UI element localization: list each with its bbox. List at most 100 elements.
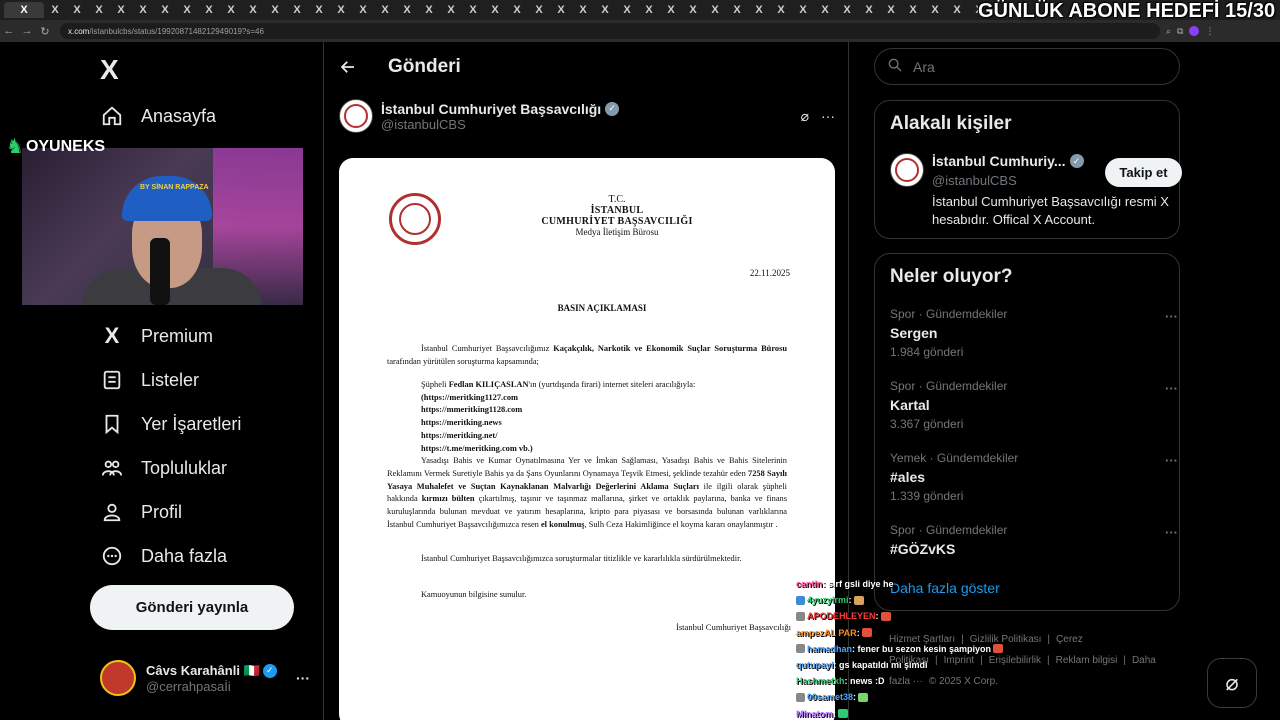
trend-item[interactable]: Spor · Gündemdekiler Kartal 3.367 gönder… (890, 379, 1178, 439)
chat-badge-icon (796, 644, 805, 654)
browser-tab[interactable]: X (396, 2, 418, 18)
trend-more-icon[interactable]: ··· (1165, 381, 1178, 396)
chat-message: APODEHLEYEN: (796, 608, 1036, 624)
browser-tab[interactable]: X (418, 2, 440, 18)
person-name[interactable]: İstanbul Cumhuriy... (932, 153, 1066, 169)
communities-icon (100, 456, 124, 480)
browser-tab[interactable]: X (770, 2, 792, 18)
doc-header-line: CUMHURİYET BAŞSAVCILIĞI (541, 216, 693, 227)
browser-tab[interactable]: X (550, 2, 572, 18)
grok-button[interactable]: ⌀ (1207, 658, 1257, 708)
browser-tab[interactable]: X (462, 2, 484, 18)
trend-item[interactable]: Yemek · Gündemdekiler #ales 1.339 gönder… (890, 451, 1178, 511)
browser-tab[interactable]: X (726, 2, 748, 18)
browser-tab[interactable]: X (110, 2, 132, 18)
x-logo-icon[interactable]: X (100, 54, 119, 86)
trend-meta: Spor · Gündemdekiler (890, 523, 1008, 537)
account-switcher[interactable]: Câvs Karahânli 🇮🇹 ✓ @cerrahpasaİi ··· (100, 660, 310, 696)
browser-tab[interactable]: X (946, 2, 968, 18)
back-arrow-icon[interactable] (330, 49, 366, 85)
browser-tab[interactable]: X (880, 2, 902, 18)
chat-text: : (853, 692, 857, 703)
sidebar-item-premium[interactable]: X Premium (100, 318, 213, 354)
search-input[interactable]: Ara (874, 48, 1180, 85)
chat-message: qutupayi: gs kapatıldı mı şimdi (796, 657, 1036, 673)
trend-more-icon[interactable]: ··· (1165, 453, 1178, 468)
browser-tab[interactable]: X (704, 2, 726, 18)
browser-tab[interactable]: X (682, 2, 704, 18)
x-premium-icon: X (104, 323, 120, 348)
trend-item[interactable]: Spor · Gündemdekiler Sergen 1.984 gönder… (890, 307, 1178, 367)
browser-tab[interactable]: X (836, 2, 858, 18)
browser-tab[interactable]: X (264, 2, 286, 18)
browser-menu-icon[interactable]: ⋮ (1205, 26, 1214, 37)
author-name[interactable]: İstanbul Cumhuriyet Başsavcılığı (381, 101, 601, 117)
browser-tab[interactable]: X (660, 2, 682, 18)
browser-tab[interactable]: X (924, 2, 946, 18)
doc-date: 22.11.2025 (749, 268, 790, 278)
post-button[interactable]: Gönderi yayınla (90, 585, 294, 630)
sidebar-item-profile[interactable]: Profil (100, 494, 182, 530)
browser-tab[interactable]: X (88, 2, 110, 18)
browser-tab[interactable]: X (374, 2, 396, 18)
extensions-icon[interactable]: ⧉ (1177, 26, 1183, 37)
browser-tab[interactable]: X (748, 2, 770, 18)
browser-tab[interactable]: X (616, 2, 638, 18)
zoom-icon[interactable]: ⌕ (1166, 26, 1171, 37)
browser-tab[interactable]: X (44, 2, 66, 18)
back-nav-icon[interactable]: ← (0, 22, 18, 40)
trend-item[interactable]: Spor · Gündemdekiler #GÖZvKS ··· (890, 523, 1178, 583)
browser-tab[interactable]: X (528, 2, 550, 18)
sidebar-item-bookmarks[interactable]: Yer İşaretleri (100, 406, 241, 442)
doc-paragraph: İstanbul Cumhuriyet Başsavcılığımızca so… (387, 553, 787, 566)
browser-tab[interactable]: X (286, 2, 308, 18)
follow-button[interactable]: Takip et (1105, 158, 1182, 187)
browser-tab[interactable]: X (814, 2, 836, 18)
avatar[interactable] (890, 153, 924, 187)
browser-tab[interactable]: X (484, 2, 506, 18)
browser-tab[interactable]: X (154, 2, 176, 18)
browser-tab[interactable]: X (506, 2, 528, 18)
browser-tab[interactable]: X (352, 2, 374, 18)
doc-text-bold: Fedlan KILIÇASLAN (448, 380, 529, 389)
browser-tab[interactable]: X (330, 2, 352, 18)
profile-icon (100, 500, 124, 524)
address-bar[interactable]: x.com/istanbulcbs/status/199208714821294… (60, 23, 1160, 39)
grok-icon[interactable]: ⌀ (801, 108, 809, 125)
browser-tab[interactable]: X (132, 2, 154, 18)
forward-nav-icon[interactable]: → (18, 22, 36, 40)
reload-icon[interactable]: ↻ (36, 22, 54, 40)
trend-more-icon[interactable]: ··· (1165, 525, 1178, 540)
browser-tab[interactable]: X (198, 2, 220, 18)
sidebar-item-more[interactable]: Daha fazla (100, 538, 227, 574)
trend-meta: Yemek · Gündemdekiler (890, 451, 1019, 465)
browser-tab[interactable]: X (308, 2, 330, 18)
browser-tab[interactable]: X (792, 2, 814, 18)
browser-tab[interactable]: X (220, 2, 242, 18)
profile-avatar-icon[interactable] (1189, 26, 1200, 36)
browser-tab[interactable]: X (440, 2, 462, 18)
browser-tab[interactable]: X (594, 2, 616, 18)
doc-signature: İstanbul Cumhuriyet Başsavcılığı (675, 622, 791, 632)
browser-tab[interactable]: X (176, 2, 198, 18)
account-more-icon[interactable]: ··· (296, 670, 310, 686)
chat-username: Minatom (796, 708, 833, 719)
browser-tab[interactable]: X (572, 2, 594, 18)
browser-tab[interactable]: X (66, 2, 88, 18)
footer-link[interactable]: Reklam bilgisi (1056, 655, 1118, 666)
post-more-icon[interactable]: ··· (821, 108, 835, 124)
sidebar-item-communities[interactable]: Topluluklar (100, 450, 227, 486)
trend-more-icon[interactable]: ··· (1165, 309, 1178, 324)
author-avatar[interactable] (339, 99, 373, 133)
browser-tab[interactable]: X (858, 2, 880, 18)
sidebar-item-lists[interactable]: Listeler (100, 362, 199, 398)
doc-link: (https://meritking1127.com (421, 392, 519, 402)
sidebar-item-home[interactable]: Anasayfa (100, 98, 216, 134)
browser-tab[interactable]: X (242, 2, 264, 18)
browser-tab[interactable]: X (902, 2, 924, 18)
browser-tab[interactable]: X (4, 2, 44, 18)
post-document-image[interactable]: T.C. İSTANBUL CUMHURİYET BAŞSAVCILIĞI Me… (339, 158, 835, 720)
doc-text-bold: Kaçakçılık, Narkotik ve Ekonomik Suçlar … (553, 344, 787, 353)
browser-tab[interactable]: X (638, 2, 660, 18)
author-handle[interactable]: @istanbulCBS (381, 117, 619, 132)
